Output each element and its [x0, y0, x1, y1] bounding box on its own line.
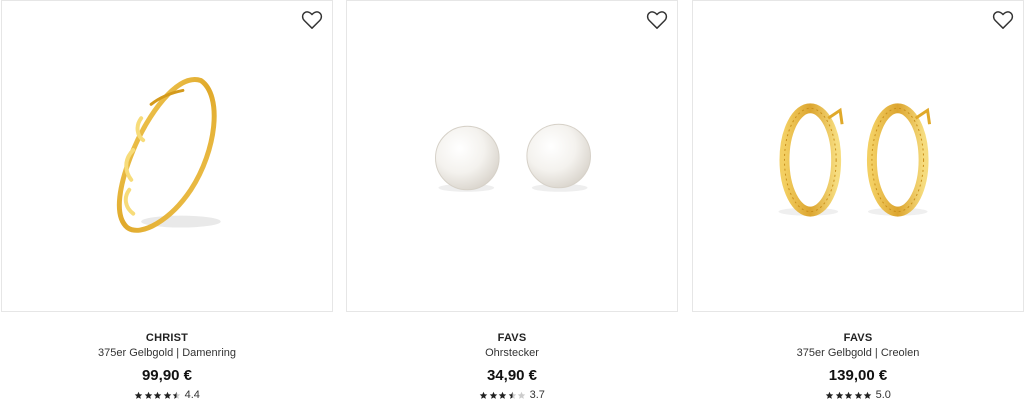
product-title[interactable]: 375er Gelbgold | Creolen — [692, 346, 1024, 360]
product-image-box[interactable] — [692, 0, 1024, 312]
product-title[interactable]: Ohrstecker — [346, 346, 678, 360]
star-icon — [172, 391, 181, 400]
star-icon — [844, 391, 853, 400]
product-title[interactable]: 375er Gelbgold | Damenring — [1, 346, 333, 360]
product-card[interactable]: FAVS Ohrstecker 34,90 € 3.7 — [346, 0, 680, 408]
wishlist-heart-icon[interactable] — [992, 10, 1014, 30]
product-price: 139,00 € — [828, 367, 888, 384]
product-brand[interactable]: FAVS — [346, 331, 678, 345]
product-card[interactable]: FAVS 375er Gelbgold | Creolen 139,00 € 5… — [692, 0, 1024, 408]
star-icon — [517, 391, 526, 400]
product-info: FAVS 375er Gelbgold | Creolen 139,00 € 5… — [692, 331, 1024, 402]
star-icon — [479, 391, 488, 400]
star-icon — [508, 391, 517, 400]
product-price: 99,90 € — [141, 367, 193, 384]
star-icon — [498, 391, 507, 400]
product-image-box[interactable] — [346, 0, 678, 312]
rating-score: 3.7 — [529, 389, 545, 401]
star-icon — [863, 391, 872, 400]
product-info: FAVS Ohrstecker 34,90 € 3.7 — [346, 331, 678, 402]
wishlist-heart-icon[interactable] — [646, 10, 668, 30]
rating-score: 4.4 — [184, 389, 200, 401]
rating-stars — [134, 391, 182, 400]
product-image-box[interactable] — [1, 0, 333, 312]
star-icon — [134, 391, 143, 400]
star-icon — [854, 391, 863, 400]
product-rating: 5.0 — [692, 388, 1024, 402]
wishlist-heart-icon[interactable] — [301, 10, 323, 30]
product-rating: 3.7 — [346, 388, 678, 402]
rating-score: 5.0 — [875, 389, 891, 401]
product-info: CHRIST 375er Gelbgold | Damenring 99,90 … — [1, 331, 333, 402]
product-card[interactable]: CHRIST 375er Gelbgold | Damenring 99,90 … — [1, 0, 335, 408]
star-icon — [835, 391, 844, 400]
product-image-gold-ring[interactable] — [2, 1, 332, 311]
star-icon — [163, 391, 172, 400]
star-icon — [825, 391, 834, 400]
star-icon — [144, 391, 153, 400]
rating-stars — [479, 391, 527, 400]
product-rating: 4.4 — [1, 388, 333, 402]
star-icon — [153, 391, 162, 400]
product-image-pearl-studs[interactable] — [347, 1, 677, 311]
rating-stars — [825, 391, 873, 400]
product-brand[interactable]: CHRIST — [1, 331, 333, 345]
product-brand[interactable]: FAVS — [692, 331, 1024, 345]
star-icon — [489, 391, 498, 400]
product-price: 34,90 € — [486, 367, 538, 384]
product-image-gold-hoops[interactable] — [693, 1, 1023, 311]
